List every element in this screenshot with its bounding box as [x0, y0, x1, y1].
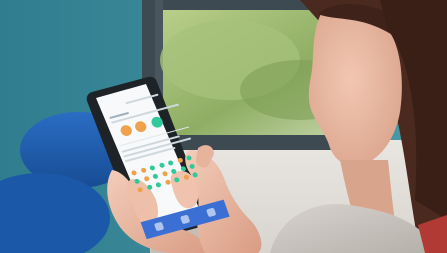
nav-tab-icon[interactable] — [179, 214, 191, 225]
status-dot — [139, 167, 147, 174]
status-dot — [142, 175, 150, 182]
photo — [0, 0, 447, 253]
status-dot — [176, 157, 184, 164]
status-dot — [136, 186, 144, 193]
status-dot — [173, 176, 181, 183]
status-dot — [130, 169, 138, 176]
status-dot — [182, 174, 190, 181]
status-dot — [133, 178, 141, 185]
status-dot — [158, 162, 165, 169]
nav-tab-icon[interactable] — [205, 207, 217, 218]
green-check-icon[interactable] — [149, 115, 165, 129]
status-dot — [161, 170, 168, 177]
orange-icon[interactable] — [119, 123, 134, 138]
status-dot — [155, 181, 162, 188]
status-dot — [170, 168, 177, 175]
orange-icon[interactable] — [133, 120, 148, 134]
nav-tab-icon[interactable] — [153, 221, 165, 232]
status-dot — [167, 159, 174, 166]
status-dot — [164, 179, 171, 186]
status-dot — [152, 173, 159, 180]
status-dot — [179, 165, 187, 172]
status-dot — [191, 171, 199, 178]
status-dot — [188, 163, 196, 170]
status-dot — [146, 184, 153, 191]
status-dot — [185, 154, 193, 161]
status-dot — [149, 164, 156, 171]
